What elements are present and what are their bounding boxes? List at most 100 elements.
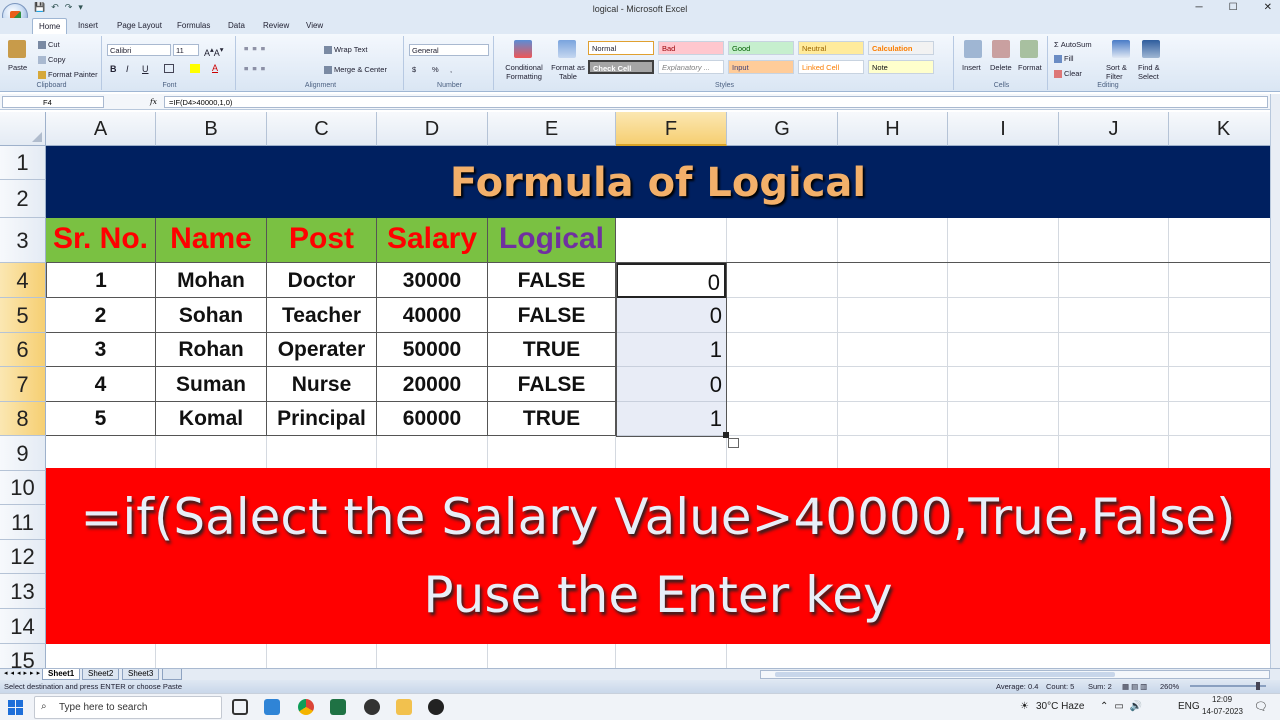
vertical-scrollbar[interactable]: [1270, 94, 1280, 668]
format-table-icon[interactable]: [558, 40, 576, 58]
style-neutral[interactable]: Neutral: [798, 41, 864, 55]
fill-color-icon[interactable]: [190, 64, 200, 73]
grow-font-icon[interactable]: A▴A▾: [204, 45, 224, 58]
zoom-level[interactable]: 260%: [1160, 682, 1179, 691]
conditional-formatting-button[interactable]: Conditional Formatting: [498, 63, 550, 81]
row-header-15[interactable]: 15: [0, 644, 46, 668]
column-header-k[interactable]: K: [1169, 112, 1270, 146]
cell-d8[interactable]: 60000: [377, 402, 488, 436]
instruction-box[interactable]: =if(Salect the Salary Value>40000,True,F…: [46, 468, 1270, 644]
style-input[interactable]: Input: [728, 60, 794, 74]
delete-cells-button[interactable]: Delete: [990, 63, 1012, 72]
header-cell-post[interactable]: Post: [267, 218, 377, 263]
cell-a5[interactable]: 2: [46, 298, 156, 333]
column-header-f[interactable]: F: [616, 112, 727, 146]
wrap-text-button[interactable]: Wrap Text: [324, 45, 368, 55]
font-size-select[interactable]: 11: [173, 44, 199, 56]
cell-c7[interactable]: Nurse: [267, 367, 377, 402]
insert-function-icon[interactable]: fx: [150, 97, 157, 106]
row-header-9[interactable]: 9: [0, 436, 46, 471]
row-header-12[interactable]: 12: [0, 540, 46, 574]
cell-f5[interactable]: 0: [616, 298, 726, 333]
style-explanatory[interactable]: Explanatory ...: [658, 60, 724, 74]
select-all-button[interactable]: [0, 112, 46, 146]
cell-e7[interactable]: FALSE: [488, 367, 616, 402]
weather-icon[interactable]: ☀: [1020, 701, 1029, 712]
number-format-select[interactable]: General: [409, 44, 489, 56]
format-cells-button[interactable]: Format: [1018, 63, 1042, 72]
header-cell-logical[interactable]: Logical: [488, 218, 616, 263]
close-button[interactable]: ✕: [1264, 2, 1272, 13]
tray-icons[interactable]: ⌃▭🔊: [1100, 701, 1148, 712]
cell-b4[interactable]: Mohan: [156, 263, 267, 298]
cell-d5[interactable]: 40000: [377, 298, 488, 333]
insert-cells-button[interactable]: Insert: [962, 63, 981, 72]
header-cell-salary[interactable]: Salary: [377, 218, 488, 263]
sort-filter-button[interactable]: Sort & Filter: [1106, 63, 1136, 81]
cell-b8[interactable]: Komal: [156, 402, 267, 436]
column-header-c[interactable]: C: [267, 112, 377, 146]
cell-e8[interactable]: TRUE: [488, 402, 616, 436]
cell-b7[interactable]: Suman: [156, 367, 267, 402]
row-header-7[interactable]: 7: [0, 367, 46, 402]
bold-button[interactable]: B: [110, 64, 117, 74]
style-note[interactable]: Note: [868, 60, 934, 74]
row-header-1[interactable]: 1: [0, 146, 46, 180]
tab-review[interactable]: Review: [263, 21, 289, 30]
sort-filter-icon[interactable]: [1112, 40, 1130, 58]
currency-button[interactable]: $: [412, 65, 416, 74]
sheet-tab-2[interactable]: Sheet2: [82, 669, 120, 680]
column-header-b[interactable]: B: [156, 112, 267, 146]
row-header-2[interactable]: 2: [0, 180, 46, 218]
row-header-3[interactable]: 3: [0, 218, 46, 263]
row-header-13[interactable]: 13: [0, 574, 46, 609]
maximize-button[interactable]: ☐: [1229, 2, 1238, 13]
style-calculation[interactable]: Calculation: [868, 41, 934, 55]
insert-cells-icon[interactable]: [964, 40, 982, 58]
conditional-formatting-icon[interactable]: [514, 40, 532, 58]
zoom-slider-thumb[interactable]: [1256, 682, 1260, 690]
title-banner[interactable]: Formula of Logical: [46, 146, 1270, 218]
tab-insert[interactable]: Insert: [78, 21, 98, 30]
column-header-g[interactable]: G: [727, 112, 838, 146]
tab-view[interactable]: View: [306, 21, 323, 30]
tab-data[interactable]: Data: [228, 21, 245, 30]
cell-d6[interactable]: 50000: [377, 333, 488, 367]
header-cell-sr-no[interactable]: Sr. No.: [46, 218, 156, 263]
cell-f4[interactable]: 0: [616, 263, 726, 298]
worksheet[interactable]: A B C D E F G H I J K 1 2 3 4 5 6 7 8 9 …: [0, 112, 1270, 668]
style-good[interactable]: Good: [728, 41, 794, 55]
binoculars-icon[interactable]: [1142, 40, 1160, 58]
horizontal-scroll-thumb[interactable]: [775, 672, 1115, 677]
taskbar-search[interactable]: ⌕ Type here to search: [34, 696, 222, 719]
cell-d7[interactable]: 20000: [377, 367, 488, 402]
paste-options-icon[interactable]: [728, 438, 739, 448]
cell-a4[interactable]: 1: [46, 263, 156, 298]
cell-e5[interactable]: FALSE: [488, 298, 616, 333]
font-color-icon[interactable]: A: [212, 63, 218, 73]
row-header-6[interactable]: 6: [0, 333, 46, 367]
clock-date[interactable]: 14-07-2023: [1202, 707, 1243, 716]
format-cells-icon[interactable]: [1020, 40, 1038, 58]
cell-c6[interactable]: Operater: [267, 333, 377, 367]
row-header-10[interactable]: 10: [0, 471, 46, 505]
view-buttons-icon[interactable]: ▦▤▥: [1122, 682, 1149, 691]
copy-button[interactable]: Copy: [38, 55, 66, 65]
media-player-icon[interactable]: [428, 699, 444, 715]
cell-f6[interactable]: 1: [616, 333, 726, 367]
column-header-a[interactable]: A: [46, 112, 156, 146]
header-cell-name[interactable]: Name: [156, 218, 267, 263]
desktop-app-icon[interactable]: [264, 699, 280, 715]
cut-button[interactable]: Cut: [38, 40, 60, 50]
chrome-icon[interactable]: [298, 699, 314, 715]
paste-button[interactable]: Paste: [8, 63, 27, 72]
sheet-nav-arrows-icon[interactable]: ◂◂◂▸▸▸: [4, 669, 43, 677]
find-select-button[interactable]: Find & Select: [1138, 63, 1168, 81]
cell-b6[interactable]: Rohan: [156, 333, 267, 367]
clock-time[interactable]: 12:09: [1212, 695, 1232, 704]
format-as-table-button[interactable]: Format as Table: [548, 63, 588, 81]
column-header-i[interactable]: I: [948, 112, 1059, 146]
percent-button[interactable]: %: [432, 65, 439, 74]
sheet-tab-1[interactable]: Sheet1: [42, 669, 81, 680]
cell-b5[interactable]: Sohan: [156, 298, 267, 333]
